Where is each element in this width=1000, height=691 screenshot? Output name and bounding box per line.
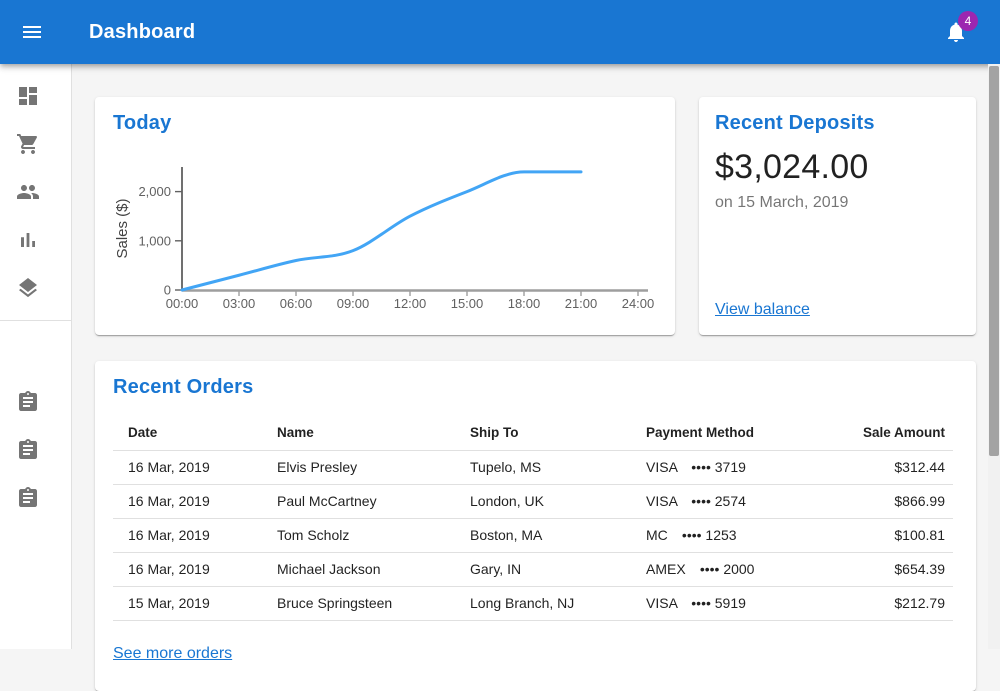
table-row: 15 Mar, 2019Bruce SpringsteenLong Branch… bbox=[113, 587, 953, 621]
scrollbar-thumb[interactable] bbox=[989, 66, 999, 456]
assignment-icon bbox=[16, 438, 40, 462]
table-cell: 16 Mar, 2019 bbox=[113, 485, 262, 519]
table-cell: VISA ⠀•••• 5919 bbox=[631, 587, 849, 621]
orders-card: Recent Orders DateNameShip ToPayment Met… bbox=[95, 361, 976, 691]
sidebar-item-bar-chart[interactable] bbox=[0, 216, 71, 264]
app-bar: Dashboard 4 bbox=[0, 0, 1000, 64]
column-header-payment-method: Payment Method bbox=[631, 415, 849, 451]
sidebar-item-shopping-cart[interactable] bbox=[0, 120, 71, 168]
column-header-sale-amount: Sale Amount bbox=[849, 415, 953, 451]
column-header-date: Date bbox=[113, 415, 262, 451]
orders-card-title: Recent Orders bbox=[113, 377, 958, 397]
people-icon bbox=[16, 180, 40, 204]
table-row: 16 Mar, 2019Tom ScholzBoston, MAMC ⠀••••… bbox=[113, 519, 953, 553]
table-cell: $866.99 bbox=[849, 485, 953, 519]
sidebar-main-list bbox=[0, 64, 71, 312]
svg-text:06:00: 06:00 bbox=[280, 296, 313, 311]
menu-icon bbox=[20, 20, 44, 44]
svg-text:12:00: 12:00 bbox=[394, 296, 427, 311]
table-cell: Boston, MA bbox=[455, 519, 631, 553]
table-cell: 16 Mar, 2019 bbox=[113, 519, 262, 553]
bar-chart-icon bbox=[16, 228, 40, 252]
shopping-cart-icon bbox=[16, 132, 40, 156]
notifications-badge: 4 bbox=[958, 11, 978, 31]
table-cell: 16 Mar, 2019 bbox=[113, 451, 262, 485]
today-card: Today 00:00 03:00 06:00 09:00 12:00 15:00 18:0… bbox=[95, 97, 675, 335]
orders-link-wrap: See more orders bbox=[113, 645, 958, 663]
svg-text:09:00: 09:00 bbox=[337, 296, 370, 311]
see-more-orders-link[interactable]: See more orders bbox=[113, 645, 232, 662]
table-cell: VISA ⠀•••• 2574 bbox=[631, 485, 849, 519]
table-cell: London, UK bbox=[455, 485, 631, 519]
sidebar-item-dashboard[interactable] bbox=[0, 72, 71, 120]
table-row: 16 Mar, 2019Michael JacksonGary, INAMEX … bbox=[113, 553, 953, 587]
deposits-card: Recent Deposits $3,024.00 on 15 March, 2… bbox=[699, 97, 976, 335]
svg-text:Sales ($): Sales ($) bbox=[114, 198, 131, 258]
table-cell: 15 Mar, 2019 bbox=[113, 587, 262, 621]
dashboard-icon bbox=[16, 84, 40, 108]
svg-text:21:00: 21:00 bbox=[565, 296, 598, 311]
menu-button[interactable] bbox=[20, 20, 44, 44]
page-title: Dashboard bbox=[89, 21, 1000, 44]
table-row: 16 Mar, 2019Elvis PresleyTupelo, MSVISA … bbox=[113, 451, 953, 485]
assignment-icon bbox=[16, 486, 40, 510]
sidebar-item-people[interactable] bbox=[0, 168, 71, 216]
svg-text:15:00: 15:00 bbox=[451, 296, 484, 311]
table-cell: Michael Jackson bbox=[262, 553, 455, 587]
today-card-title: Today bbox=[113, 113, 657, 133]
orders-header-row: DateNameShip ToPayment MethodSale Amount bbox=[113, 415, 953, 451]
svg-text:00:00: 00:00 bbox=[166, 296, 199, 311]
deposit-date: on 15 March, 2019 bbox=[715, 193, 960, 212]
table-cell: VISA ⠀•••• 3719 bbox=[631, 451, 849, 485]
sidebar-item-layers[interactable] bbox=[0, 264, 71, 312]
svg-text:18:00: 18:00 bbox=[508, 296, 541, 311]
table-cell: Tupelo, MS bbox=[455, 451, 631, 485]
column-header-name: Name bbox=[262, 415, 455, 451]
sidebar-item-assignment-3[interactable] bbox=[0, 474, 71, 522]
sidebar bbox=[0, 64, 72, 649]
table-cell: $654.39 bbox=[849, 553, 953, 587]
table-cell: $100.81 bbox=[849, 519, 953, 553]
deposit-amount: $3,024.00 bbox=[715, 147, 960, 187]
sidebar-item-assignment-1[interactable] bbox=[0, 378, 71, 426]
table-cell: Gary, IN bbox=[455, 553, 631, 587]
table-cell: 16 Mar, 2019 bbox=[113, 553, 262, 587]
table-cell: Paul McCartney bbox=[262, 485, 455, 519]
deposit-link-wrap: View balance bbox=[715, 301, 960, 319]
sales-line-chart: 00:00 03:00 06:00 09:00 12:00 15:00 18:00 21:00… bbox=[110, 165, 670, 315]
assignment-icon bbox=[16, 390, 40, 414]
table-cell: $312.44 bbox=[849, 451, 953, 485]
sidebar-secondary-list bbox=[0, 321, 71, 522]
table-cell: MC ⠀•••• 1253 bbox=[631, 519, 849, 553]
table-cell: Elvis Presley bbox=[262, 451, 455, 485]
vertical-scrollbar[interactable] bbox=[988, 64, 1000, 649]
table-cell: AMEX ⠀•••• 2000 bbox=[631, 553, 849, 587]
table-cell: Long Branch, NJ bbox=[455, 587, 631, 621]
sidebar-item-assignment-2[interactable] bbox=[0, 426, 71, 474]
table-cell: Tom Scholz bbox=[262, 519, 455, 553]
deposits-card-title: Recent Deposits bbox=[715, 113, 960, 133]
svg-text:1,000: 1,000 bbox=[138, 233, 171, 248]
svg-text:0: 0 bbox=[164, 283, 171, 298]
orders-table: DateNameShip ToPayment MethodSale Amount… bbox=[113, 415, 953, 621]
svg-text:03:00: 03:00 bbox=[223, 296, 256, 311]
notifications-button[interactable]: 4 bbox=[944, 20, 968, 44]
orders-table-head: DateNameShip ToPayment MethodSale Amount bbox=[113, 415, 953, 451]
table-cell: $212.79 bbox=[849, 587, 953, 621]
table-cell: Bruce Springsteen bbox=[262, 587, 455, 621]
view-balance-link[interactable]: View balance bbox=[715, 301, 810, 318]
layers-icon bbox=[16, 276, 40, 300]
orders-table-body: 16 Mar, 2019Elvis PresleyTupelo, MSVISA … bbox=[113, 451, 953, 621]
column-header-ship-to: Ship To bbox=[455, 415, 631, 451]
svg-text:2,000: 2,000 bbox=[138, 184, 171, 199]
table-row: 16 Mar, 2019Paul McCartneyLondon, UKVISA… bbox=[113, 485, 953, 519]
svg-text:24:00: 24:00 bbox=[622, 296, 655, 311]
